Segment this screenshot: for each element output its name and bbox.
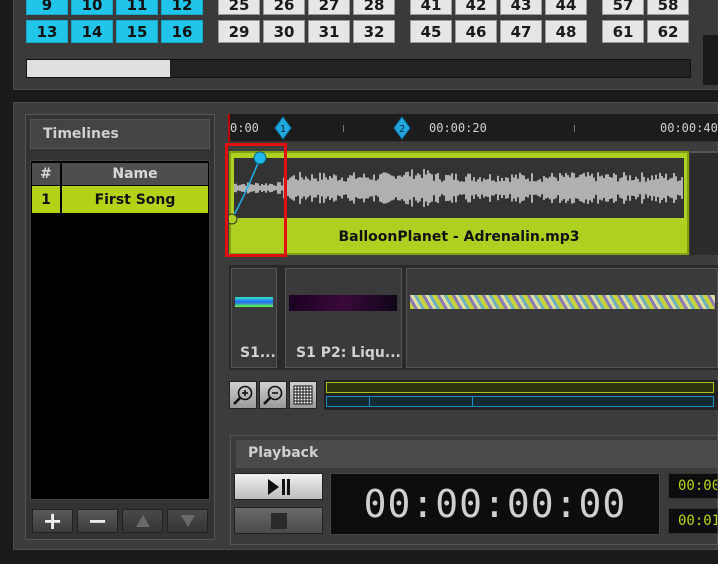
- triangle-up-icon: [135, 515, 150, 527]
- zoom-out-button[interactable]: [259, 381, 287, 409]
- cue-button[interactable]: 44: [545, 0, 587, 15]
- cue-button[interactable]: 58: [647, 0, 689, 15]
- remove-timeline-button[interactable]: −: [77, 509, 118, 533]
- cue-button[interactable]: 14: [71, 20, 113, 43]
- video-clip-label: S1 P2: Liqu...: [296, 345, 401, 361]
- cue-button[interactable]: 27: [308, 0, 350, 15]
- cue-button[interactable]: 16: [161, 20, 203, 43]
- cue-button[interactable]: 10: [71, 0, 113, 15]
- cue-button[interactable]: 45: [410, 20, 452, 43]
- cue-button[interactable]: 12: [161, 0, 203, 15]
- minus-icon: −: [87, 507, 108, 535]
- add-timeline-button[interactable]: +: [32, 509, 73, 533]
- cue-marker-1[interactable]: 1: [274, 116, 292, 140]
- overview-audio-lane: [326, 382, 714, 393]
- timeline-overview[interactable]: [324, 380, 718, 410]
- cue-button[interactable]: 41: [410, 0, 452, 15]
- video-clip[interactable]: [406, 268, 718, 368]
- cue-button[interactable]: 30: [263, 20, 305, 43]
- cue-button[interactable]: 31: [308, 20, 350, 43]
- current-time-readout: 00:00:00:00: [668, 473, 718, 499]
- stop-icon: [270, 512, 287, 529]
- cue-button[interactable]: 9: [26, 0, 68, 15]
- cue-button[interactable]: 11: [116, 0, 158, 15]
- playback-timecode: 00:00:00:00: [330, 473, 660, 535]
- ruler-tick: [343, 125, 344, 132]
- cue-button[interactable]: 25: [218, 0, 260, 15]
- column-header-name[interactable]: Name: [62, 163, 208, 185]
- cue-button[interactable]: 29: [218, 20, 260, 43]
- cue-marker-label: 1: [280, 124, 286, 135]
- overview-video-lane: [326, 396, 714, 407]
- track-background: [690, 151, 718, 255]
- play-pause-icon: [267, 478, 290, 495]
- cue-button[interactable]: 57: [602, 0, 644, 15]
- cue-button[interactable]: 48: [545, 20, 587, 43]
- cue-button[interactable]: 42: [455, 0, 497, 15]
- cue-button[interactable]: 62: [647, 20, 689, 43]
- cue-button[interactable]: 28: [353, 0, 395, 15]
- timelines-title: Timelines: [30, 119, 210, 149]
- cue-button[interactable]: 15: [116, 20, 158, 43]
- highlight-rectangle: [225, 143, 287, 257]
- cue-button[interactable]: 43: [500, 0, 542, 15]
- play-pause-button[interactable]: [234, 473, 323, 500]
- cue-button[interactable]: 26: [263, 0, 305, 15]
- cue-button[interactable]: 32: [353, 20, 395, 43]
- move-down-button[interactable]: [167, 509, 208, 533]
- clip-thumbnail: [235, 297, 273, 307]
- cue-button[interactable]: 13: [26, 20, 68, 43]
- duration-readout: 00:01:00:00: [668, 508, 718, 534]
- video-clip-label: S1...: [240, 345, 276, 361]
- plus-icon: +: [42, 507, 63, 535]
- cue-button[interactable]: 47: [500, 20, 542, 43]
- panel-gap: [703, 35, 718, 85]
- cue-marker-2[interactable]: 2: [393, 116, 411, 140]
- scrollbar-thumb[interactable]: [27, 60, 170, 77]
- playback-title: Playback: [236, 440, 718, 468]
- zoom-in-icon: [233, 385, 253, 405]
- ruler-label: 0:00: [230, 121, 259, 135]
- stop-button[interactable]: [234, 507, 323, 534]
- move-up-button[interactable]: [122, 509, 163, 533]
- ruler-tick: [574, 125, 575, 132]
- waveform-graphic: [233, 169, 683, 207]
- clip-thumbnail: [410, 295, 715, 309]
- zoom-fit-button[interactable]: [289, 381, 317, 409]
- cue-button[interactable]: 61: [602, 20, 644, 43]
- ruler-label: 00:00:40: [660, 121, 718, 135]
- ruler-label: 00:00:20: [429, 121, 487, 135]
- audio-waveform: [233, 158, 684, 218]
- zoom-out-icon: [263, 385, 283, 405]
- audio-clip-name: BalloonPlanet - Adrenalin.mp3: [338, 229, 580, 245]
- timeline-row-index[interactable]: 1: [32, 186, 60, 213]
- grid-icon: [293, 385, 313, 405]
- clip-thumbnail: [289, 295, 397, 311]
- cue-marker-label: 2: [399, 124, 405, 135]
- column-header-index[interactable]: #: [32, 163, 60, 185]
- zoom-in-button[interactable]: [229, 381, 257, 409]
- cue-button[interactable]: 46: [455, 20, 497, 43]
- triangle-down-icon: [180, 515, 195, 527]
- timeline-row-name[interactable]: First Song: [62, 186, 208, 213]
